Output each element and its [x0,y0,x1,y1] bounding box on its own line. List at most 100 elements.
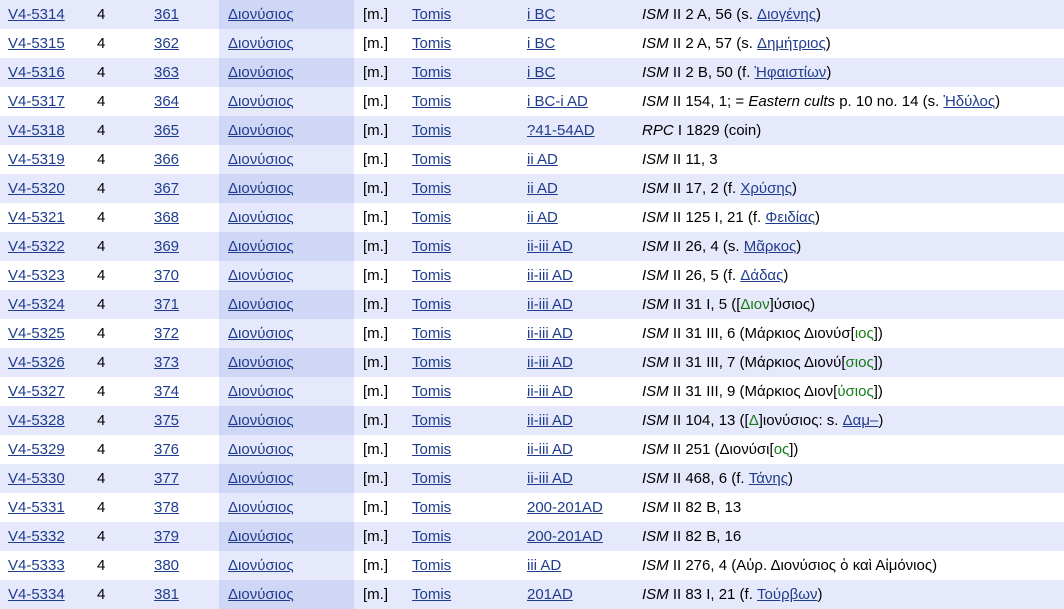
date-link[interactable]: ii-iii AD [527,296,573,313]
number-link[interactable]: 363 [154,64,179,81]
entry-id-link[interactable]: V4-5326 [8,354,65,371]
date-link[interactable]: iii AD [527,557,561,574]
place-link[interactable]: Tomis [412,151,451,168]
name-link[interactable]: Διονύσιος [228,122,294,139]
date-link[interactable]: ii AD [527,151,558,168]
place-link[interactable]: Tomis [412,557,451,574]
entry-id-link[interactable]: V4-5331 [8,499,65,516]
name-link[interactable]: Διονύσιος [228,557,294,574]
place-link[interactable]: Tomis [412,6,451,23]
date-link[interactable]: ii-iii AD [527,412,573,429]
date-link[interactable]: ii-iii AD [527,383,573,400]
place-link[interactable]: Tomis [412,93,451,110]
number-link[interactable]: 365 [154,122,179,139]
name-link[interactable]: Διονύσιος [228,325,294,342]
date-link[interactable]: ii-iii AD [527,267,573,284]
number-link[interactable]: 377 [154,470,179,487]
entry-id-link[interactable]: V4-5325 [8,325,65,342]
name-link[interactable]: Διονύσιος [228,93,294,110]
place-link[interactable]: Tomis [412,296,451,313]
name-link[interactable]: Διονύσιος [228,6,294,23]
date-link[interactable]: ii-iii AD [527,354,573,371]
date-link[interactable]: 200-201AD [527,528,603,545]
number-link[interactable]: 369 [154,238,179,255]
entry-id-link[interactable]: V4-5320 [8,180,65,197]
name-link[interactable]: Διονύσιος [228,586,294,603]
date-link[interactable]: ii AD [527,180,558,197]
date-link[interactable]: ii AD [527,209,558,226]
relative-name-link[interactable]: Ἡφαιστίων [755,64,827,81]
number-link[interactable]: 362 [154,35,179,52]
name-link[interactable]: Διονύσιος [228,470,294,487]
number-link[interactable]: 368 [154,209,179,226]
date-link[interactable]: i BC [527,35,555,52]
name-link[interactable]: Διονύσιος [228,383,294,400]
entry-id-link[interactable]: V4-5321 [8,209,65,226]
entry-id-link[interactable]: V4-5330 [8,470,65,487]
relative-name-link[interactable]: Δημήτριος [757,35,826,52]
place-link[interactable]: Tomis [412,325,451,342]
number-link[interactable]: 367 [154,180,179,197]
place-link[interactable]: Tomis [412,470,451,487]
entry-id-link[interactable]: V4-5322 [8,238,65,255]
place-link[interactable]: Tomis [412,383,451,400]
entry-id-link[interactable]: V4-5316 [8,64,65,81]
date-link[interactable]: 201AD [527,586,573,603]
name-link[interactable]: Διονύσιος [228,499,294,516]
place-link[interactable]: Tomis [412,209,451,226]
date-link[interactable]: ?41-54AD [527,122,595,139]
entry-id-link[interactable]: V4-5314 [8,6,65,23]
relative-name-link[interactable]: Τούρβων [757,586,817,603]
number-link[interactable]: 379 [154,528,179,545]
place-link[interactable]: Tomis [412,180,451,197]
date-link[interactable]: ii-iii AD [527,441,573,458]
name-link[interactable]: Διονύσιος [228,180,294,197]
name-link[interactable]: Διονύσιος [228,35,294,52]
number-link[interactable]: 374 [154,383,179,400]
entry-id-link[interactable]: V4-5328 [8,412,65,429]
number-link[interactable]: 381 [154,586,179,603]
name-link[interactable]: Διονύσιος [228,528,294,545]
date-link[interactable]: i BC-i AD [527,93,588,110]
number-link[interactable]: 366 [154,151,179,168]
entry-id-link[interactable]: V4-5332 [8,528,65,545]
relative-name-link[interactable]: Τάνης [749,470,788,487]
date-link[interactable]: i BC [527,64,555,81]
place-link[interactable]: Tomis [412,499,451,516]
number-link[interactable]: 361 [154,6,179,23]
place-link[interactable]: Tomis [412,238,451,255]
entry-id-link[interactable]: V4-5318 [8,122,65,139]
name-link[interactable]: Διονύσιος [228,267,294,284]
name-link[interactable]: Διονύσιος [228,296,294,313]
date-link[interactable]: 200-201AD [527,499,603,516]
number-link[interactable]: 373 [154,354,179,371]
name-link[interactable]: Διονύσιος [228,64,294,81]
place-link[interactable]: Tomis [412,267,451,284]
entry-id-link[interactable]: V4-5315 [8,35,65,52]
place-link[interactable]: Tomis [412,354,451,371]
date-link[interactable]: ii-iii AD [527,325,573,342]
relative-name-link[interactable]: Δάδας [740,267,783,284]
name-link[interactable]: Διονύσιος [228,238,294,255]
entry-id-link[interactable]: V4-5323 [8,267,65,284]
number-link[interactable]: 378 [154,499,179,516]
entry-id-link[interactable]: V4-5329 [8,441,65,458]
number-link[interactable]: 371 [154,296,179,313]
place-link[interactable]: Tomis [412,35,451,52]
number-link[interactable]: 372 [154,325,179,342]
relative-name-link[interactable]: Φειδίας [765,209,815,226]
name-link[interactable]: Διονύσιος [228,412,294,429]
relative-name-link[interactable]: Χρύσης [740,180,792,197]
name-link[interactable]: Διονύσιος [228,354,294,371]
entry-id-link[interactable]: V4-5334 [8,586,65,603]
number-link[interactable]: 375 [154,412,179,429]
entry-id-link[interactable]: V4-5317 [8,93,65,110]
place-link[interactable]: Tomis [412,441,451,458]
relative-name-link[interactable]: Δαμ– [843,412,879,429]
place-link[interactable]: Tomis [412,586,451,603]
name-link[interactable]: Διονύσιος [228,151,294,168]
place-link[interactable]: Tomis [412,64,451,81]
relative-name-link[interactable]: Μᾶρκος [744,238,797,255]
name-link[interactable]: Διονύσιος [228,209,294,226]
date-link[interactable]: ii-iii AD [527,238,573,255]
